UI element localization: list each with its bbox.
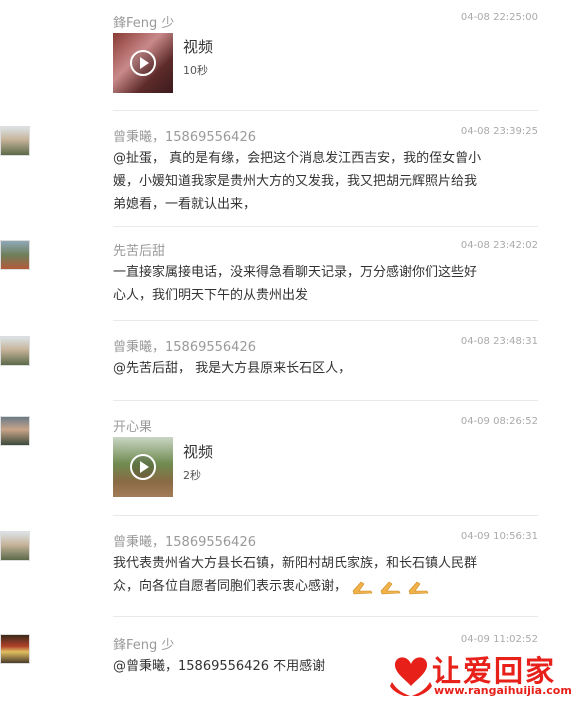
message-line: 弟媳看，一看就认出来， — [113, 197, 257, 212]
avatar[interactable] — [0, 634, 30, 664]
message-time: 04-09 10:56:31 — [460, 531, 538, 542]
message-time: 04-08 23:39:25 — [460, 126, 538, 137]
chat-message: 曾秉曦，15869556426 04-09 10:56:31 我代表贵州省大方县… — [0, 531, 538, 611]
divider — [113, 515, 538, 516]
divider — [113, 616, 538, 617]
clapping-hands-icon — [408, 581, 429, 594]
video-duration: 2秒 — [183, 469, 201, 482]
video-thumbnail[interactable] — [113, 33, 173, 93]
site-watermark-logo: 让爱回家 www.rangaihuijia.com — [388, 648, 584, 702]
message-text: 我代表贵州省大方县长石镇，新阳村胡氏家族，和长石镇人民群 众，向各位自愿者同胞们… — [113, 552, 513, 598]
avatar[interactable] — [0, 126, 30, 156]
divider — [113, 226, 538, 227]
watermark-url: www.rangaihuijia.com — [434, 684, 572, 697]
play-icon[interactable] — [130, 454, 156, 480]
video-label: 视频 — [183, 443, 214, 461]
chat-message: 曾秉曦，15869556426 04-08 23:39:25 @扯蛋， 真的是有… — [0, 126, 538, 216]
sender-name: 开心果 — [113, 420, 153, 435]
avatar[interactable] — [0, 240, 30, 270]
message-line: 心人，我们明天下午的从贵州出发 — [113, 288, 309, 303]
chat-message: 先苦后甜 04-08 23:42:02 一直接家属接电话，没来得急看聊天记录，万… — [0, 240, 538, 310]
sender-name: 先苦后甜 — [113, 244, 166, 259]
message-time: 04-08 23:48:31 — [460, 336, 538, 347]
avatar[interactable] — [0, 531, 30, 561]
heart-hands-icon — [390, 657, 432, 696]
message-text: @扯蛋， 真的是有缘，会把这个消息发江西吉安，我的侄女曾小 媛，小媛知道我家是贵… — [113, 147, 513, 216]
clapping-hands-icon — [352, 581, 373, 594]
message-line: 一直接家属接电话，没来得急看聊天记录，万分感谢你们这些好 — [113, 265, 478, 280]
sender-name: 曾秉曦，15869556426 — [113, 535, 256, 550]
sender-name: 鋒Feng 少 — [113, 16, 175, 31]
chat-message: 曾秉曦，15869556426 04-08 23:48:31 @先苦后甜， 我是… — [0, 336, 538, 386]
chat-message: 鋒Feng 少 04-08 22:25:00 视频 10秒 — [72, 12, 538, 94]
message-line: 我代表贵州省大方县长石镇，新阳村胡氏家族，和长石镇人民群 — [113, 556, 478, 571]
divider — [113, 320, 538, 321]
video-thumbnail[interactable] — [113, 437, 173, 497]
message-time: 04-08 22:25:00 — [460, 12, 538, 23]
video-duration: 10秒 — [183, 64, 208, 77]
message-time: 04-08 23:42:02 — [460, 240, 538, 251]
message-line-with-emoji: 众，向各位自愿者同胞们表示衷心感谢， — [113, 575, 513, 598]
video-label: 视频 — [183, 38, 214, 56]
message-line: 媛，小媛知道我家是贵州大方的又发我，我又把胡元辉照片给我 — [113, 174, 478, 189]
sender-name: 鋒Feng 少 — [113, 638, 175, 653]
chat-message: 开心果 04-09 08:26:52 视频 2秒 — [0, 416, 538, 502]
message-line: 众，向各位自愿者同胞们表示衷心感谢， — [113, 579, 348, 594]
play-icon[interactable] — [130, 50, 156, 76]
message-text: @先苦后甜， 我是大方县原来长石区人， — [113, 357, 513, 380]
sender-name: 曾秉曦，15869556426 — [113, 340, 256, 355]
message-line: @先苦后甜， 我是大方县原来长石区人， — [113, 361, 352, 376]
avatar[interactable] — [0, 416, 30, 446]
avatar[interactable] — [0, 336, 30, 366]
message-line: @扯蛋， 真的是有缘，会把这个消息发江西吉安，我的侄女曾小 — [113, 151, 482, 166]
divider — [113, 400, 538, 401]
message-text: 一直接家属接电话，没来得急看聊天记录，万分感谢你们这些好 心人，我们明天下午的从… — [113, 261, 513, 307]
message-time: 04-09 08:26:52 — [460, 416, 538, 427]
clapping-hands-icon — [380, 581, 401, 594]
sender-name: 曾秉曦，15869556426 — [113, 130, 256, 145]
message-time: 04-09 11:02:52 — [460, 634, 538, 645]
divider — [113, 110, 538, 111]
